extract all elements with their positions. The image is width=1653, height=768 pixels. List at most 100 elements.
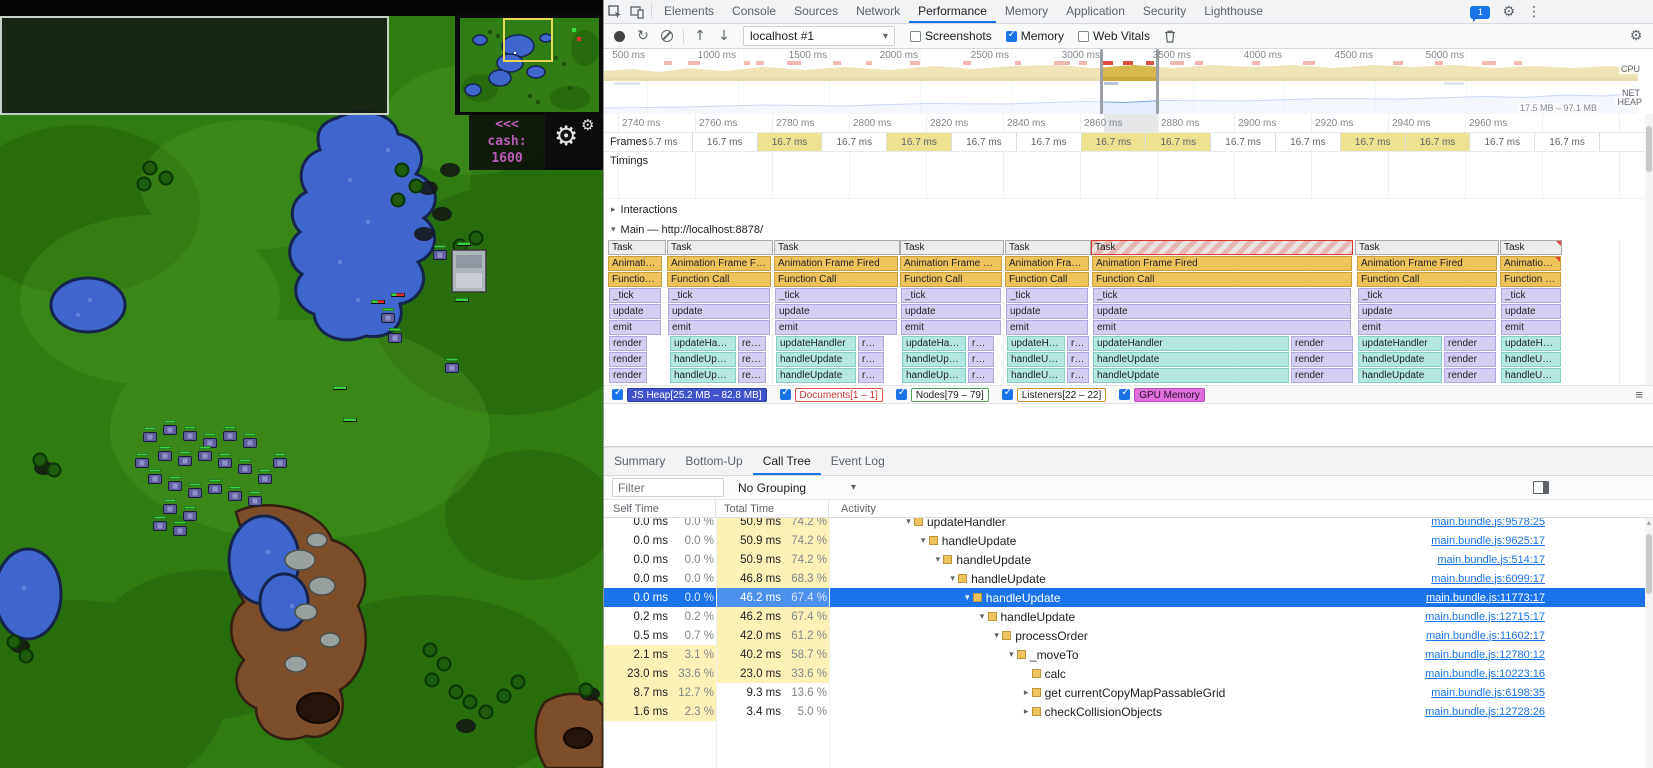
render-bar[interactable]: render	[609, 336, 647, 351]
game-viewport[interactable]: <<< cash: 1600 ⚙ ⚙	[0, 0, 603, 768]
update-bar[interactable]: update	[1358, 304, 1496, 319]
gear-icon[interactable]: ⚙	[1502, 4, 1515, 20]
render-bar[interactable]: render	[1067, 352, 1089, 367]
tab-memory[interactable]: Memory	[996, 0, 1057, 23]
counter-checkbox[interactable]	[1002, 389, 1013, 400]
updatehandler-bar[interactable]: updateHandler	[1358, 336, 1442, 351]
save-profile-icon[interactable]: ↓	[713, 25, 735, 47]
filter-input[interactable]	[612, 478, 724, 497]
settings-button[interactable]: ⚙ ⚙	[545, 113, 603, 170]
handleupdate-bar[interactable]: handleUpdate	[1358, 368, 1442, 383]
table-row[interactable]: 0.0 ms0.0 %46.2 ms67.4 %▾handleUpdatemai…	[604, 588, 1645, 607]
update-bar[interactable]: update	[1501, 304, 1561, 319]
handleupdate-bar[interactable]: handleUpdate	[902, 368, 966, 383]
table-row[interactable]: 23.0 ms33.6 %23.0 ms33.6 %calcmain.bundl…	[604, 664, 1645, 683]
frame-cell[interactable]: 16.7 ms	[1017, 133, 1082, 151]
render-bar[interactable]: render	[1291, 336, 1353, 351]
checkbox-screenshots[interactable]: Screenshots	[910, 29, 992, 43]
table-row[interactable]: 0.0 ms0.0 %50.9 ms74.2 %▾handleUpdatemai…	[604, 531, 1645, 550]
animation-frame-fired-bar[interactable]: Animation Frame Fired	[1500, 256, 1561, 271]
render-bar[interactable]: render	[1444, 336, 1496, 351]
chevron-right-icon[interactable]: ▸	[1021, 707, 1032, 717]
table-row[interactable]: 0.0 ms0.0 %50.9 ms74.2 %▾handleUpdatemai…	[604, 550, 1645, 569]
table-row[interactable]: 0.0 ms0.0 %50.9 ms74.2 %▾updateHandlerma…	[604, 518, 1645, 531]
frame-cell[interactable]: 16.7 ms	[758, 133, 823, 151]
chevron-right-icon[interactable]: ▸	[1021, 688, 1032, 698]
frame-cell[interactable]: 16.7 ms	[1406, 133, 1471, 151]
emit-bar[interactable]: emit	[668, 320, 770, 335]
render-bar[interactable]: render	[1444, 352, 1496, 367]
table-row[interactable]: 8.7 ms12.7 %9.3 ms13.6 %▸get currentCopy…	[604, 683, 1645, 702]
updatehandler-bar[interactable]: updateHandler	[776, 336, 856, 351]
source-link[interactable]: main.bundle.js:11602:17	[1426, 630, 1545, 642]
chevron-down-icon[interactable]: ▾	[932, 555, 943, 565]
task-bar[interactable]: Task	[900, 240, 1004, 255]
trash-icon[interactable]	[1159, 25, 1181, 47]
animation-frame-fired-bar[interactable]: Animation Frame Fired	[1005, 256, 1089, 271]
tab-performance[interactable]: Performance	[909, 0, 996, 23]
source-link[interactable]: main.bundle.js:11773:17	[1426, 592, 1545, 604]
source-link[interactable]: main.bundle.js:6198:35	[1431, 687, 1545, 699]
emit-bar[interactable]: emit	[1006, 320, 1088, 335]
updatehandler-bar[interactable]: updateHandler	[1093, 336, 1289, 351]
tick-bar[interactable]: _tick	[901, 288, 1001, 303]
scrollbar-thumb[interactable]	[1646, 126, 1652, 172]
source-link[interactable]: main.bundle.js:12715:17	[1425, 611, 1545, 623]
column-total-time[interactable]: Total Time	[716, 500, 829, 517]
function-call-bar[interactable]: Function Call	[667, 272, 771, 287]
tick-bar[interactable]: _tick	[1501, 288, 1561, 303]
frame-cell[interactable]: 16.7 ms	[952, 133, 1017, 151]
frame-cell[interactable]: 16.7 ms	[1146, 133, 1211, 151]
handleupdate-bar[interactable]: handleUpdate	[1093, 368, 1289, 383]
frame-cell[interactable]: 16.7 ms	[1211, 133, 1276, 151]
update-bar[interactable]: update	[1093, 304, 1351, 319]
tab-application[interactable]: Application	[1057, 0, 1134, 23]
table-row[interactable]: 0.5 ms0.7 %42.0 ms61.2 %▾processOrdermai…	[604, 626, 1645, 645]
render-bar[interactable]: render	[968, 368, 994, 383]
grouping-select[interactable]: No Grouping ▾	[734, 481, 860, 495]
inspect-icon[interactable]	[604, 1, 626, 23]
frame-cell[interactable]: 16.7 ms	[1082, 133, 1147, 151]
counter-nodes[interactable]: Nodes[79 – 79]	[896, 388, 989, 402]
source-link[interactable]: main.bundle.js:514:17	[1437, 554, 1545, 566]
source-link[interactable]: main.bundle.js:12780:12	[1425, 649, 1545, 661]
render-bar[interactable]: render	[738, 336, 766, 351]
render-bar[interactable]: render	[738, 352, 766, 367]
updatehandler-bar[interactable]: updateHandler	[1501, 336, 1561, 351]
record-button[interactable]	[608, 25, 630, 47]
render-bar[interactable]: render	[738, 368, 766, 383]
animation-frame-fired-bar[interactable]: Animation Frame Fired	[1357, 256, 1497, 271]
source-link[interactable]: main.bundle.js:10223:16	[1425, 668, 1545, 680]
function-call-bar[interactable]: Function Call	[1500, 272, 1561, 287]
render-bar[interactable]: render	[609, 368, 647, 383]
task-bar[interactable]: Task	[1500, 240, 1562, 255]
scrollbar-thumb[interactable]	[1646, 534, 1652, 594]
render-bar[interactable]: render	[1444, 368, 1496, 383]
emit-bar[interactable]: emit	[1358, 320, 1496, 335]
handleupdate-bar[interactable]: handleUpdate	[1007, 368, 1065, 383]
tab-console[interactable]: Console	[723, 0, 785, 23]
chevron-down-icon[interactable]: ▾	[918, 536, 929, 546]
frame-cell[interactable]: 16.7 ms	[887, 133, 952, 151]
reload-record-icon[interactable]: ↻	[632, 25, 654, 47]
tab-event-log[interactable]: Event Log	[821, 448, 895, 475]
task-bar[interactable]: Task	[608, 240, 666, 255]
update-bar[interactable]: update	[775, 304, 897, 319]
handleupdate-bar[interactable]: handleUpdate	[902, 352, 966, 367]
render-bar[interactable]: render	[1067, 368, 1089, 383]
task-bar[interactable]: Task	[667, 240, 773, 255]
hamburger-menu-icon[interactable]: ≡	[1635, 387, 1643, 402]
render-bar[interactable]: render	[858, 336, 884, 351]
handleupdate-bar[interactable]: handleUpdate	[1501, 352, 1561, 367]
interactions-section[interactable]: ▸ Interactions	[604, 199, 1645, 220]
counter-checkbox[interactable]	[780, 389, 791, 400]
collapse-button[interactable]: <<<	[469, 116, 545, 133]
main-thread-section[interactable]: ▾ Main — http://localhost:8878/	[604, 220, 1645, 240]
update-bar[interactable]: update	[609, 304, 661, 319]
tab-lighthouse[interactable]: Lighthouse	[1195, 0, 1272, 23]
emit-bar[interactable]: emit	[901, 320, 1001, 335]
update-bar[interactable]: update	[668, 304, 770, 319]
tick-bar[interactable]: _tick	[668, 288, 770, 303]
render-bar[interactable]: render	[1067, 336, 1089, 351]
task-bar[interactable]: Task	[774, 240, 900, 255]
